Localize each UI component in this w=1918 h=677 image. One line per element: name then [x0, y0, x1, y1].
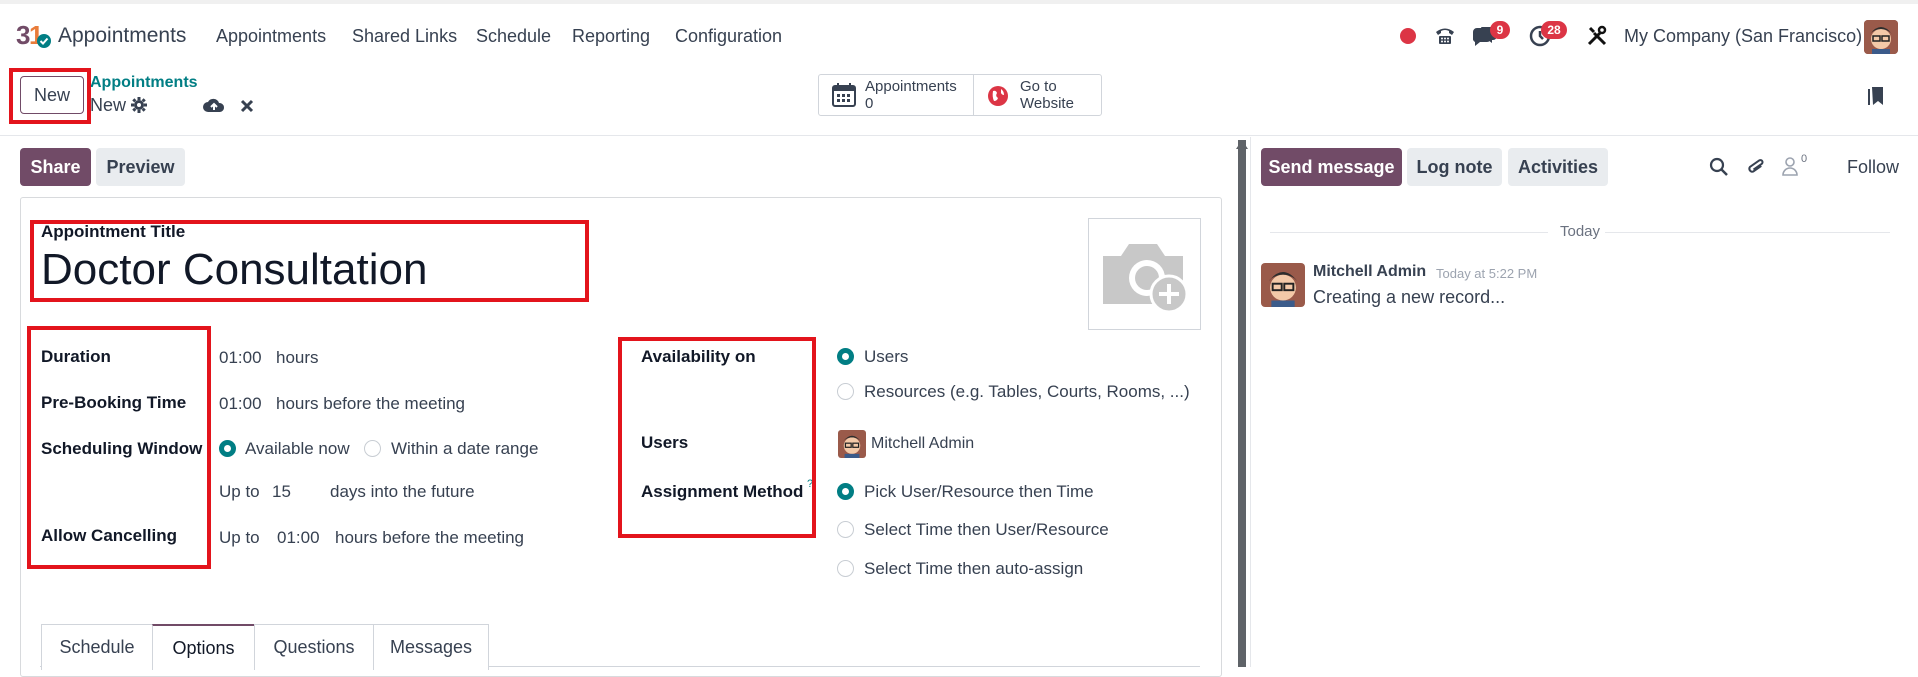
preview-button[interactable]: Preview	[96, 148, 185, 186]
log-note-button[interactable]: Log note	[1407, 148, 1502, 186]
followers-icon[interactable]	[1780, 155, 1800, 177]
activities-badge: 28	[1541, 21, 1567, 39]
breadcrumb-parent[interactable]: Appointments	[90, 74, 198, 92]
cloud-save-icon[interactable]	[202, 96, 226, 114]
control-panel: New Appointments New Appointments 0 Go t…	[0, 68, 1918, 136]
message-author-avatar[interactable]	[1261, 263, 1305, 307]
assign-pick-user-radio[interactable]	[837, 483, 854, 500]
activities-button[interactable]: Activities	[1508, 148, 1608, 186]
stat-appointments-count: 0	[865, 95, 874, 112]
share-button[interactable]: Share	[20, 148, 91, 186]
recording-dot-icon[interactable]	[1400, 28, 1416, 44]
menu-configuration[interactable]: Configuration	[675, 26, 782, 47]
chatter-panel	[1250, 137, 1918, 667]
message-body: Creating a new record...	[1313, 287, 1506, 307]
message-author[interactable]: Mitchell Admin	[1313, 263, 1426, 281]
company-switcher[interactable]: My Company (San Francisco)	[1624, 26, 1862, 47]
window-date-range-label[interactable]: Within a date range	[391, 439, 538, 459]
phone-icon[interactable]	[1432, 22, 1458, 48]
highlight-left-labels	[27, 326, 211, 569]
globe-icon	[987, 85, 1009, 107]
duration-input[interactable]: 01:00	[219, 348, 262, 368]
user-avatar[interactable]	[1864, 20, 1898, 54]
date-separator: Today	[1560, 223, 1601, 240]
follow-button[interactable]: Follow	[1847, 157, 1899, 178]
go-to-website-line2: Website	[1020, 95, 1074, 112]
search-icon[interactable]	[1708, 156, 1730, 178]
tab-questions[interactable]: Questions	[254, 624, 374, 670]
highlight-new-button	[9, 68, 91, 124]
assign-time-then-user-label[interactable]: Select Time then User/Resource	[864, 520, 1109, 540]
tab-messages[interactable]: Messages	[373, 624, 489, 670]
window-available-now-radio[interactable]	[219, 440, 236, 457]
cancel-hours-unit: hours before the meeting	[335, 528, 525, 547]
assign-auto-radio[interactable]	[837, 560, 854, 577]
stat-appointments-button[interactable]: Appointments 0	[818, 74, 974, 116]
upto-days-input[interactable]: 15	[272, 482, 291, 502]
go-to-website-button[interactable]: Go to Website	[973, 74, 1102, 116]
followers-count: 0	[1801, 153, 1808, 165]
upto-prefix: Up to	[219, 482, 260, 501]
breadcrumb-current: New	[90, 95, 127, 115]
tab-schedule[interactable]: Schedule	[41, 624, 153, 670]
user-tag-avatar	[838, 430, 866, 458]
availability-resources-radio[interactable]	[837, 383, 854, 400]
cancel-hours-input[interactable]: 01:00	[277, 528, 320, 548]
form-scrollbar[interactable]	[1238, 140, 1246, 667]
assign-auto-label[interactable]: Select Time then auto-assign	[864, 559, 1083, 579]
menu-shared-links[interactable]: Shared Links	[352, 26, 457, 47]
top-navbar: 3 1 Appointments Appointments Shared Lin…	[0, 0, 1918, 68]
send-message-button[interactable]: Send message	[1261, 148, 1402, 186]
duration-unit: hours	[276, 348, 319, 367]
message-time: Today at 5:22 PM	[1436, 266, 1538, 281]
menu-schedule[interactable]: Schedule	[476, 26, 551, 47]
window-available-now-label[interactable]: Available now	[245, 439, 350, 459]
highlight-title	[30, 220, 589, 302]
discard-icon[interactable]	[238, 97, 256, 115]
assign-pick-user-label[interactable]: Pick User/Resource then Time	[864, 482, 1094, 502]
scroll-up-arrow[interactable]	[1236, 140, 1248, 149]
paperclip-icon[interactable]	[1745, 155, 1767, 179]
calendar-icon	[831, 82, 857, 108]
tab-options[interactable]: Options	[152, 624, 255, 670]
highlight-right-labels	[618, 337, 816, 538]
prebooking-input[interactable]: 01:00	[219, 394, 262, 414]
cancel-prefix: Up to	[219, 528, 260, 547]
tools-icon[interactable]	[1585, 24, 1609, 48]
stat-appointments-label: Appointments	[865, 78, 957, 95]
assign-time-then-user-radio[interactable]	[837, 521, 854, 538]
app-logo-icon[interactable]: 3 1	[16, 20, 52, 50]
app-name[interactable]: Appointments	[58, 24, 186, 48]
upto-days-unit: days into the future	[330, 482, 475, 501]
image-upload-placeholder[interactable]	[1088, 218, 1201, 330]
availability-resources-label[interactable]: Resources (e.g. Tables, Courts, Rooms, .…	[864, 382, 1190, 402]
window-date-range-radio[interactable]	[364, 440, 381, 457]
gear-icon[interactable]	[130, 96, 148, 114]
menu-appointments[interactable]: Appointments	[216, 26, 326, 47]
menu-reporting[interactable]: Reporting	[572, 26, 650, 47]
messages-badge: 9	[1490, 21, 1510, 39]
users-tag[interactable]: Mitchell Admin	[871, 435, 974, 453]
prebooking-unit: hours before the meeting	[276, 394, 466, 413]
date-separator-line-right	[1605, 232, 1890, 233]
availability-users-label[interactable]: Users	[864, 347, 908, 367]
bookmark-icon[interactable]	[1866, 84, 1886, 108]
date-separator-line-left	[1270, 232, 1548, 233]
go-to-website-line1: Go to	[1020, 78, 1057, 95]
availability-users-radio[interactable]	[837, 348, 854, 365]
